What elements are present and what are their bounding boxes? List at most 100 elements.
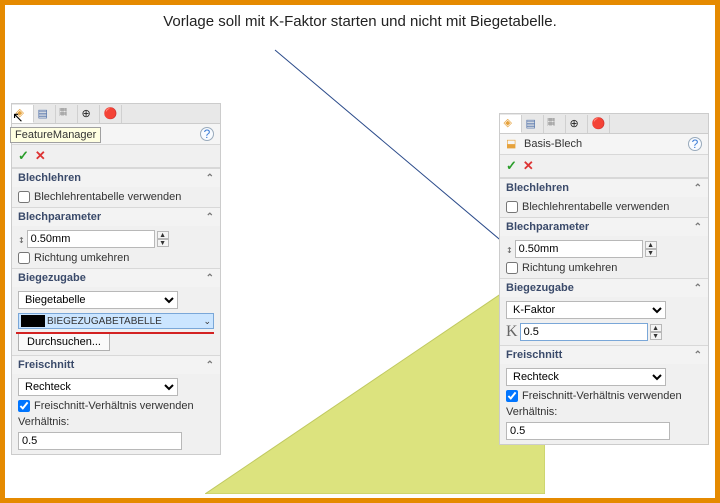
section-header-freischnitt[interactable]: Freischnitt ⌃ — [500, 346, 708, 364]
thickness-input[interactable] — [27, 230, 155, 248]
panel-titlebar: ⬓ Basis-Blech ? — [500, 134, 708, 155]
thickness-spinner[interactable]: ▲▼ — [645, 241, 657, 257]
thickness-icon: ↕ — [506, 243, 513, 256]
thickness-input[interactable] — [515, 240, 643, 258]
kfactor-spinner[interactable]: ▲▼ — [650, 324, 662, 340]
cancel-icon[interactable]: ✕ — [523, 158, 534, 174]
appearance-icon: 🔴 — [592, 117, 606, 131]
section-header-blechparameter[interactable]: Blechparameter ⌃ — [500, 218, 708, 236]
checkbox-label: Freischnitt-Verhältnis verwenden — [34, 400, 194, 412]
help-icon[interactable]: ? — [688, 137, 702, 151]
thickness-icon: ↕ — [18, 233, 25, 246]
checkbox-input[interactable] — [506, 201, 518, 213]
tabbar: ◈ ▤ 𝄜 ⊕ 🔴 — [500, 114, 708, 134]
section-header-blechlehren[interactable]: Blechlehren ⌃ — [12, 169, 220, 187]
chevron-up-icon: ⌃ — [206, 360, 214, 371]
checkbox-blechlehrentabelle[interactable]: Blechlehrentabelle verwenden — [18, 191, 214, 203]
section-title: Freischnitt — [18, 359, 74, 371]
chevron-up-icon: ⌃ — [206, 273, 214, 284]
dimxpert-icon: ⊕ — [82, 107, 96, 121]
dimxpert-icon: ⊕ — [570, 117, 584, 131]
help-icon[interactable]: ? — [200, 127, 214, 141]
right-property-panel: ◈ ▤ 𝄜 ⊕ 🔴 ⬓ Basis-Blech ? ✓ ✕ Blechlehre… — [499, 113, 709, 445]
k-factor-icon: K — [506, 323, 518, 341]
chevron-up-icon: ⌃ — [694, 183, 702, 194]
tab-propertymanager[interactable]: ▤ — [34, 105, 56, 123]
bend-table-row[interactable]: BIEGEZUGABETABELLE ⌄ — [18, 313, 214, 329]
checkbox-input[interactable] — [506, 262, 518, 274]
checkbox-reverse[interactable]: Richtung umkehren — [18, 252, 214, 264]
feature-tree-icon: ◈ — [504, 116, 518, 130]
chevron-up-icon: ⌃ — [694, 283, 702, 294]
section-title: Blechparameter — [506, 221, 589, 233]
chevron-down-icon: ⌄ — [203, 316, 211, 327]
section-title: Biegezugabe — [506, 282, 574, 294]
tab-appearance[interactable]: 🔴 — [588, 115, 610, 133]
section-header-blechlehren[interactable]: Blechlehren ⌃ — [500, 179, 708, 197]
chevron-up-icon: ⌃ — [206, 212, 214, 223]
ok-icon[interactable]: ✓ — [18, 148, 29, 164]
tab-configmanager[interactable]: 𝄜 — [56, 105, 78, 123]
red-annotation-line — [16, 332, 214, 334]
ratio-input[interactable] — [506, 422, 670, 440]
appearance-icon: 🔴 — [104, 107, 118, 121]
checkbox-input[interactable] — [18, 191, 30, 203]
ratio-label: Verhältnis: — [18, 416, 214, 428]
checkbox-label: Richtung umkehren — [522, 262, 617, 274]
ratio-input[interactable] — [18, 432, 182, 450]
relief-shape-select[interactable]: Rechteck — [18, 378, 178, 396]
tab-appearance[interactable]: 🔴 — [100, 105, 122, 123]
section-title: Freischnitt — [506, 349, 562, 361]
tab-propertymanager[interactable]: ▤ — [522, 115, 544, 133]
ok-cancel-row: ✓ ✕ — [500, 155, 708, 178]
config-icon: 𝄜 — [60, 107, 74, 121]
cancel-icon[interactable]: ✕ — [35, 148, 46, 164]
chevron-up-icon: ⌃ — [206, 173, 214, 184]
tooltip-featuremanager: FeatureManager — [10, 127, 101, 143]
section-title: Blechlehren — [506, 182, 569, 194]
relief-shape-select[interactable]: Rechteck — [506, 368, 666, 386]
checkbox-relief-ratio[interactable]: Freischnitt-Verhältnis verwenden — [506, 390, 702, 402]
checkbox-blechlehrentabelle[interactable]: Blechlehrentabelle verwenden — [506, 201, 702, 213]
config-icon: 𝄜 — [548, 117, 562, 131]
checkbox-input[interactable] — [506, 390, 518, 402]
tab-featuremanager[interactable]: ◈ — [500, 115, 522, 133]
thickness-spinner[interactable]: ▲▼ — [157, 231, 169, 247]
section-header-freischnitt[interactable]: Freischnitt ⌃ — [12, 356, 220, 374]
section-title: Biegezugabe — [18, 272, 86, 284]
left-property-panel: ◈ ▤ 𝄜 ⊕ 🔴 ? ✓ ✕ Blechlehren ⌃ Blechlehre… — [11, 103, 221, 455]
tab-dimxpert[interactable]: ⊕ — [78, 105, 100, 123]
checkbox-relief-ratio[interactable]: Freischnitt-Verhältnis verwenden — [18, 400, 214, 412]
checkbox-label: Blechlehrentabelle verwenden — [522, 201, 669, 213]
section-title: Blechlehren — [18, 172, 81, 184]
checkbox-input[interactable] — [18, 400, 30, 412]
table-swatch-icon — [21, 315, 45, 327]
kfactor-input[interactable] — [520, 323, 648, 341]
ok-cancel-row: ✓ ✕ — [12, 145, 220, 168]
mouse-cursor-icon: ↖ — [12, 109, 24, 126]
section-header-blechparameter[interactable]: Blechparameter ⌃ — [12, 208, 220, 226]
checkbox-reverse[interactable]: Richtung umkehren — [506, 262, 702, 274]
browse-button[interactable]: Durchsuchen... — [18, 333, 110, 351]
chevron-up-icon: ⌃ — [694, 350, 702, 361]
bend-method-select[interactable]: K-Faktor — [506, 301, 666, 319]
ok-icon[interactable]: ✓ — [506, 158, 517, 174]
section-header-biegezugabe[interactable]: Biegezugabe ⌃ — [500, 279, 708, 297]
section-title: Blechparameter — [18, 211, 101, 223]
bend-method-select[interactable]: Biegetabelle — [18, 291, 178, 309]
yellow-triangle-graphic — [205, 264, 545, 494]
checkbox-input[interactable] — [18, 252, 30, 264]
property-icon: ▤ — [38, 107, 52, 121]
checkbox-label: Blechlehrentabelle verwenden — [34, 191, 181, 203]
chevron-up-icon: ⌃ — [694, 222, 702, 233]
panel-title: Basis-Blech — [524, 138, 582, 150]
bend-table-name: BIEGEZUGABETABELLE — [47, 316, 162, 327]
baseflange-icon: ⬓ — [506, 137, 520, 151]
caption-text: Vorlage soll mit K-Faktor starten und ni… — [5, 5, 715, 44]
checkbox-label: Richtung umkehren — [34, 252, 129, 264]
tab-dimxpert[interactable]: ⊕ — [566, 115, 588, 133]
tab-configmanager[interactable]: 𝄜 — [544, 115, 566, 133]
checkbox-label: Freischnitt-Verhältnis verwenden — [522, 390, 682, 402]
property-icon: ▤ — [526, 117, 540, 131]
section-header-biegezugabe[interactable]: Biegezugabe ⌃ — [12, 269, 220, 287]
